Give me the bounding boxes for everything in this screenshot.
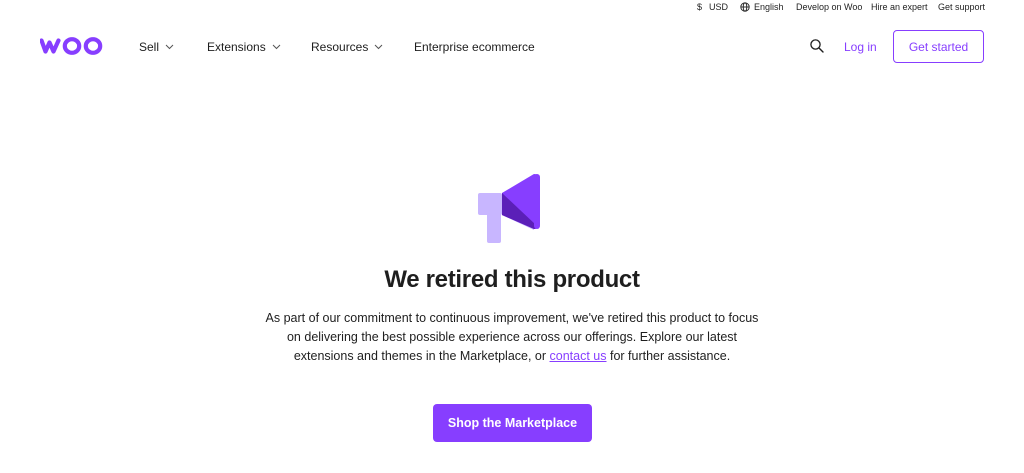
utility-bar: $ USD English Develop on Woo Hire an exp… xyxy=(0,0,1024,16)
language-label: English xyxy=(754,2,784,12)
nav-sell-label: Sell xyxy=(139,40,160,54)
nav-extensions-label: Extensions xyxy=(207,40,266,54)
contact-us-link[interactable]: contact us xyxy=(550,349,607,363)
shop-marketplace-button[interactable]: Shop the Marketplace xyxy=(433,404,592,442)
nav-resources[interactable]: Resources xyxy=(311,40,383,54)
search-icon[interactable] xyxy=(809,38,825,54)
woo-logo[interactable] xyxy=(40,35,106,57)
chevron-down-icon xyxy=(272,44,281,50)
currency-label: USD xyxy=(709,2,729,12)
nav-sell[interactable]: Sell xyxy=(139,40,174,54)
login-link[interactable]: Log in xyxy=(844,40,877,54)
page-title: We retired this product xyxy=(384,266,640,293)
get-started-button[interactable]: Get started xyxy=(893,30,984,63)
dollar-icon: $ xyxy=(697,2,703,12)
get-support-link[interactable]: Get support xyxy=(938,2,985,12)
chevron-down-icon xyxy=(375,44,383,50)
currency-selector[interactable]: $ USD xyxy=(697,2,728,12)
develop-link[interactable]: Develop on Woo xyxy=(796,2,862,12)
megaphone-icon xyxy=(478,174,540,243)
language-selector[interactable]: English xyxy=(740,2,784,12)
nav-enterprise-label: Enterprise ecommerce xyxy=(414,40,535,54)
nav-extensions[interactable]: Extensions xyxy=(207,40,281,54)
retired-description: As part of our commitment to continuous … xyxy=(262,309,762,366)
hire-expert-link[interactable]: Hire an expert xyxy=(871,2,928,12)
description-text-end: for further assistance. xyxy=(606,349,731,363)
nav-enterprise[interactable]: Enterprise ecommerce xyxy=(414,40,535,54)
nav-resources-label: Resources xyxy=(311,40,369,54)
chevron-down-icon xyxy=(165,44,174,50)
globe-icon xyxy=(740,2,750,12)
